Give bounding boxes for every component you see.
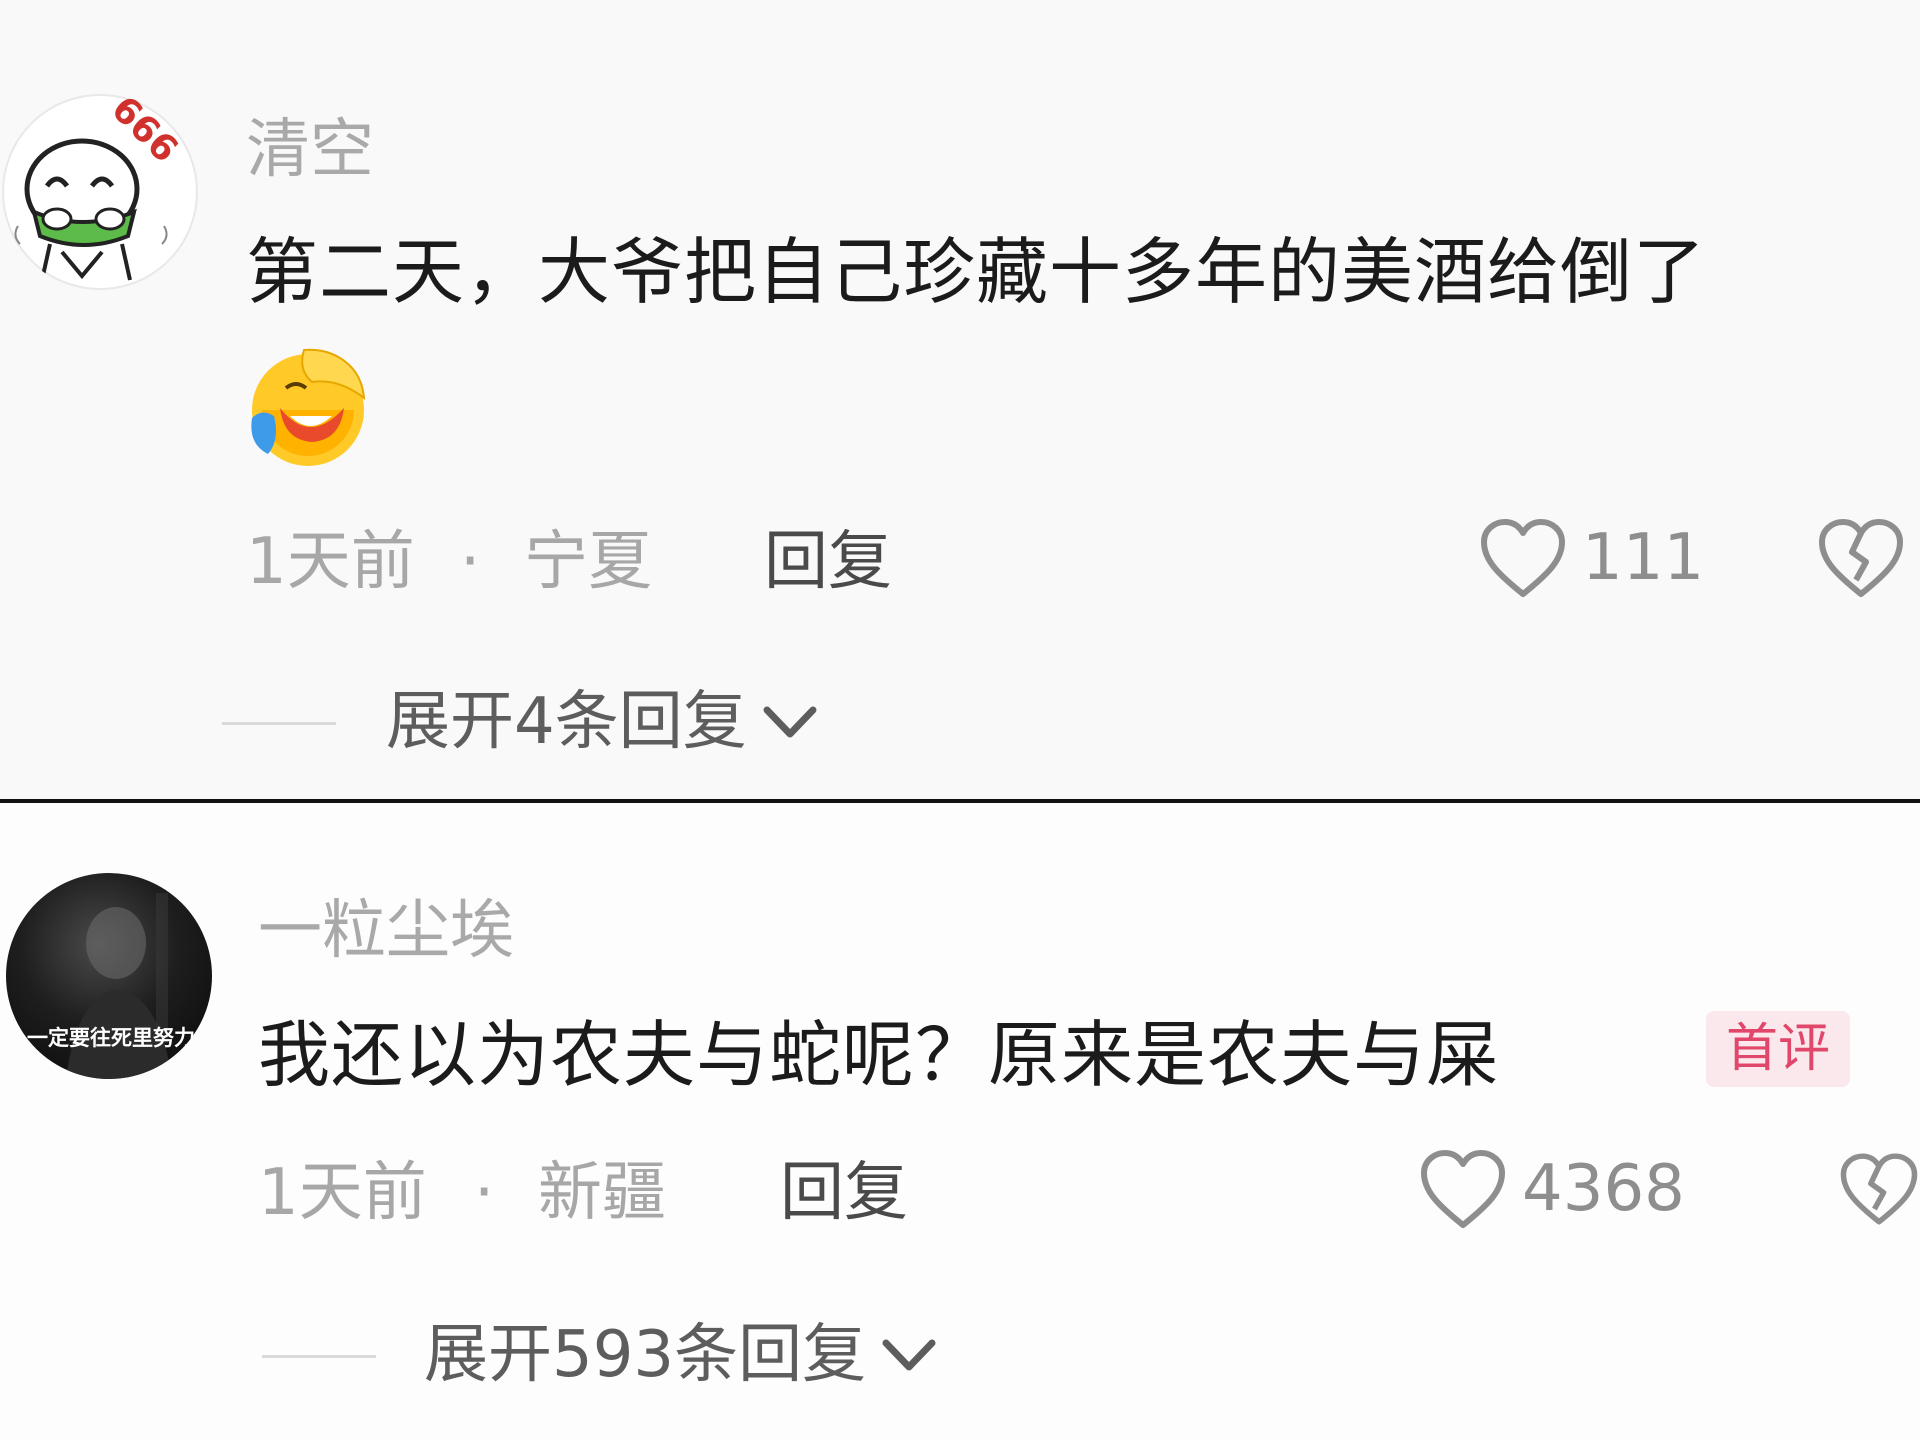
meta-separator: · (474, 1156, 495, 1230)
comment-card-1: 666 清空 第二天，大爷把自己珍藏十多年的美酒给倒了 1天前 · 宁夏 回复 … (0, 0, 1920, 800)
like-count: 111 (1582, 521, 1705, 595)
comment-text: 第二天，大爷把自己珍藏十多年的美酒给倒了 (246, 230, 1707, 314)
username[interactable]: 清空 (246, 118, 374, 182)
expand-replies-button[interactable]: 展开593条回复 (424, 1323, 938, 1387)
comment-time: 1天前 (258, 1156, 427, 1230)
chevron-down-icon (882, 1339, 936, 1371)
chevron-down-icon (763, 706, 817, 738)
like-button[interactable]: 111 (1478, 516, 1704, 600)
like-button[interactable]: 4368 (1418, 1147, 1685, 1231)
comment-text: 我还以为农夫与蛇呢？原来是农夫与屎 (258, 1013, 1500, 1097)
dislike-button[interactable] (1816, 516, 1906, 604)
first-comment-badge: 首评 (1706, 1011, 1851, 1087)
expand-replies-label: 展开593条回复 (424, 1318, 867, 1392)
dislike-button[interactable] (1838, 1147, 1920, 1235)
broken-heart-icon (1819, 519, 1903, 597)
expand-replies-button[interactable]: 展开4条回复 (386, 690, 819, 754)
username[interactable]: 一粒尘埃 (258, 899, 514, 963)
comment-card-2: 一定要往死里努力 一粒尘埃 我还以为农夫与蛇呢？原来是农夫与屎 首评 1天前 ·… (0, 803, 1920, 1440)
expand-divider-line (222, 722, 336, 725)
comment-location: 宁夏 (524, 525, 652, 599)
comment-time: 1天前 (246, 525, 415, 599)
expand-divider-line (262, 1355, 376, 1358)
expand-replies-label: 展开4条回复 (386, 685, 747, 759)
heart-icon (1421, 1150, 1505, 1228)
reply-button[interactable]: 回复 (764, 530, 892, 594)
comment-location: 新疆 (538, 1156, 666, 1230)
crying-laughing-face-icon (246, 348, 370, 472)
reply-button[interactable]: 回复 (780, 1161, 908, 1225)
like-count: 4368 (1522, 1152, 1685, 1226)
broken-heart-icon (1840, 1153, 1918, 1225)
heart-icon (1481, 519, 1565, 597)
avatar-caption: 一定要往死里努力 (27, 1026, 195, 1050)
meta-separator: · (460, 525, 481, 599)
